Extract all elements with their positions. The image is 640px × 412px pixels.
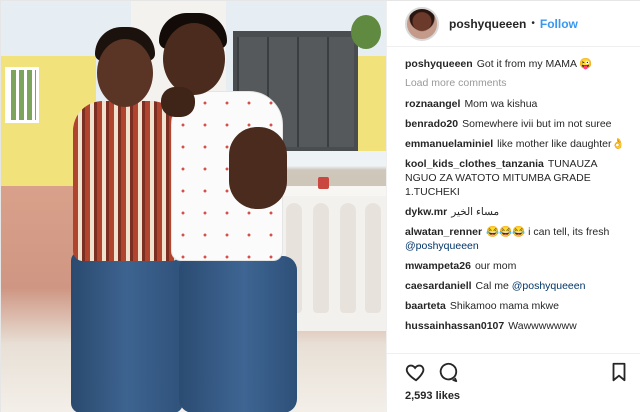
caption: poshyqueeen Got it from my MAMA 😜: [405, 57, 628, 71]
header-separator: •: [531, 18, 535, 29]
post-actions: 2,593 likes: [387, 353, 640, 412]
post-side-panel: poshyqueeen • Follow poshyqueeen Got it f…: [386, 1, 640, 412]
caption-text: Got it from my MAMA 😜: [476, 58, 593, 70]
comment-item: benrado20 Somewhere ivii but im not suree: [405, 117, 628, 131]
comment-item: mwampeta26 our mom: [405, 259, 628, 273]
comment-text: Mom wa kishua: [464, 98, 538, 110]
comment-mention[interactable]: @poshyqueeen: [405, 240, 479, 252]
photo-yellow-wall-right: [358, 56, 386, 151]
comment-item: kool_kids_clothes_tanzania TUNAUZA NGUO Z…: [405, 157, 628, 199]
header-username[interactable]: poshyqueeen: [449, 17, 526, 31]
comment-mention[interactable]: @poshyqueeen: [512, 280, 586, 292]
photo-baluster: [340, 203, 356, 313]
person-left-face: [97, 39, 153, 107]
instagram-post: poshyqueeen • Follow poshyqueeen Got it f…: [0, 0, 640, 412]
caption-username[interactable]: poshyqueeen: [405, 58, 473, 70]
post-header: poshyqueeen • Follow: [387, 1, 640, 47]
comment-username[interactable]: roznaangel: [405, 98, 460, 110]
peace-sign-hand: [161, 87, 195, 117]
comments-list[interactable]: poshyqueeen Got it from my MAMA 😜 Load mo…: [387, 57, 640, 353]
comment-username[interactable]: emmanuelaminiel: [405, 138, 493, 150]
comment-item: baarteta Shikamoo mama mkwe: [405, 299, 628, 313]
photo-red-cup: [318, 177, 329, 189]
comment-item: emmanuelaminiel like mother like daughter…: [405, 137, 628, 151]
comment-icon[interactable]: [437, 361, 459, 383]
action-icons: [405, 361, 630, 383]
comment-text: Cal me: [475, 280, 509, 292]
comment-text: 😂😂😂 i can tell, its fresh: [486, 226, 610, 238]
comment-username[interactable]: caesardaniell: [405, 280, 472, 292]
photo-baluster: [365, 203, 381, 313]
comment-item: caesardaniell Cal me @poshyqueeen: [405, 279, 628, 293]
comment-text: Somewhere ivii but im not suree: [462, 118, 612, 130]
comment-username[interactable]: hussainhassan0107: [405, 320, 504, 332]
person-left-shirt: [73, 101, 181, 261]
person-right-face: [163, 23, 225, 95]
comment-username[interactable]: dykw.mr: [405, 206, 447, 218]
comment-item: hussainhassan0107 Wawwwwwww: [405, 319, 628, 333]
comment-text: مساء الخير: [451, 206, 500, 218]
likes-count[interactable]: 2,593 likes: [405, 390, 460, 402]
comment-item: roznaangel Mom wa kishua: [405, 97, 628, 111]
comment-text: our mom: [474, 260, 517, 272]
comment-text: like mother like daughter👌: [497, 138, 625, 150]
comment-username[interactable]: alwatan_renner: [405, 226, 482, 238]
comment-username[interactable]: benrado20: [405, 118, 458, 130]
comment-username[interactable]: mwampeta26: [405, 260, 471, 272]
comment-username[interactable]: baarteta: [405, 300, 446, 312]
photo-window: [5, 67, 39, 123]
person-left-jeans: [71, 251, 183, 412]
comment-item: dykw.mr مساء الخير: [405, 205, 628, 219]
photo-baluster: [313, 203, 329, 313]
person-right-arm: [229, 127, 287, 209]
person-right-jeans: [179, 256, 297, 412]
heart-icon[interactable]: [405, 361, 427, 383]
comment-text: Shikamoo mama mkwe: [449, 300, 559, 312]
photo-tree: [351, 15, 381, 49]
post-photo[interactable]: [1, 1, 386, 412]
bookmark-icon[interactable]: [608, 361, 630, 383]
avatar[interactable]: [405, 6, 439, 41]
comment-item: alwatan_renner 😂😂😂 i can tell, its fresh …: [405, 225, 628, 253]
comment-text: Wawwwwwww: [508, 320, 577, 332]
comment-username[interactable]: kool_kids_clothes_tanzania: [405, 158, 544, 170]
load-more-comments-link[interactable]: Load more comments: [405, 77, 628, 89]
follow-button[interactable]: Follow: [540, 17, 578, 31]
